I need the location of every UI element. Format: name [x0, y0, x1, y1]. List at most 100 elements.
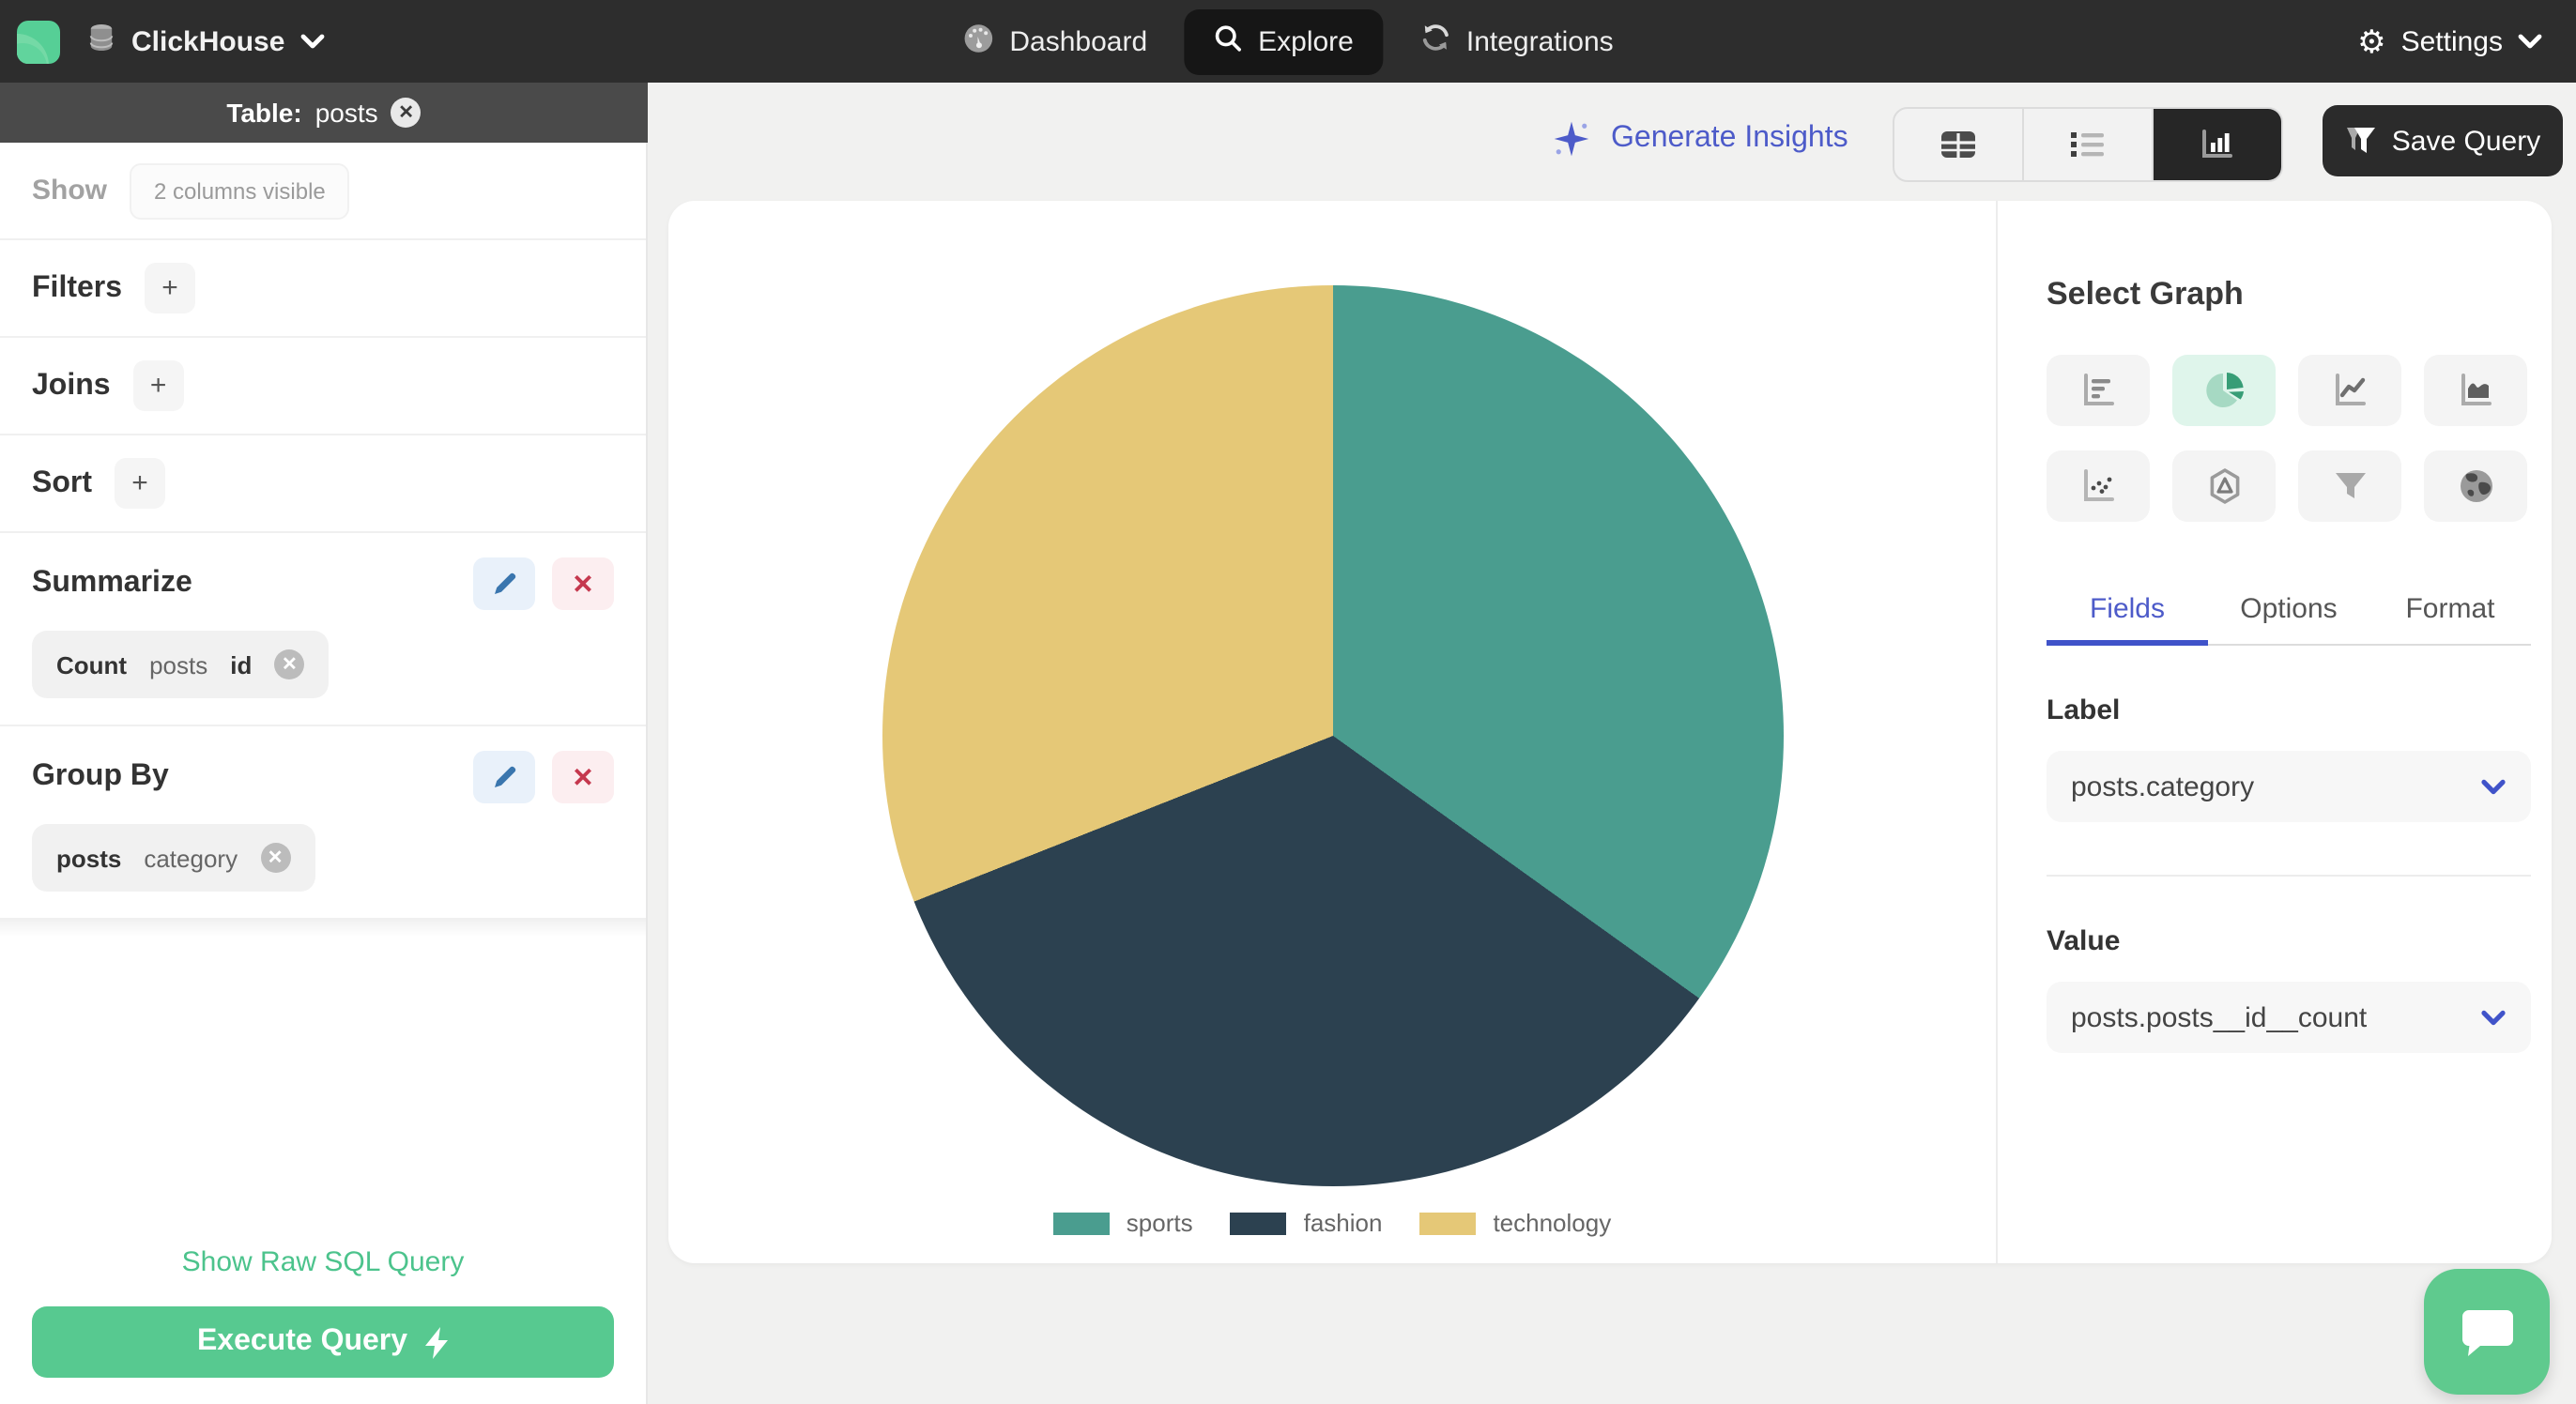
- execute-query-label: Execute Query: [196, 1325, 408, 1357]
- graph-type-grid: [2047, 355, 2529, 522]
- select-graph-title: Select Graph: [2047, 276, 2244, 312]
- gear-icon: ⚙: [2357, 23, 2386, 59]
- bar-chart-icon: [2202, 130, 2232, 158]
- nav-item-explore[interactable]: Explore: [1185, 8, 1384, 74]
- pencil-icon: [494, 766, 515, 787]
- nav-item-integrations[interactable]: Integrations: [1403, 9, 1633, 73]
- nav-label: Explore: [1258, 25, 1354, 57]
- top-nav: ClickHouse Dashboard Explore Integration…: [0, 0, 2576, 83]
- lightning-icon: [425, 1326, 449, 1358]
- database-selector[interactable]: ClickHouse: [86, 23, 324, 60]
- list-icon: [2071, 132, 2104, 157]
- table-bar-prefix: Table:: [226, 98, 302, 128]
- legend-item[interactable]: sports: [1052, 1209, 1193, 1237]
- nav-item-dashboard[interactable]: Dashboard: [943, 8, 1166, 74]
- label-field-select[interactable]: posts.category: [2047, 751, 2531, 822]
- delete-summarize-button[interactable]: ✕: [552, 557, 614, 610]
- legend-swatch: [1419, 1212, 1477, 1234]
- graph-type-map-chart[interactable]: [2424, 450, 2527, 522]
- group-by-chip[interactable]: posts category ✕: [32, 824, 315, 892]
- graph-type-funnel-chart[interactable]: [2298, 450, 2401, 522]
- panel-tabs: Fields Options Format: [2047, 578, 2531, 646]
- legend-label: fashion: [1303, 1209, 1383, 1237]
- value-field-select[interactable]: posts.posts__id__count: [2047, 982, 2531, 1053]
- graph-type-bar-chart[interactable]: [2047, 355, 2150, 426]
- save-query-button[interactable]: Save Query: [2323, 105, 2563, 176]
- table-view-button[interactable]: [1894, 109, 2024, 180]
- results-card: sports fashion technology Select Graph F…: [668, 201, 2552, 1263]
- group-by-label: Group By: [32, 760, 169, 792]
- chart-legend: sports fashion technology: [668, 1209, 1996, 1237]
- globe-icon: [2460, 470, 2492, 502]
- app-logo[interactable]: [17, 20, 60, 63]
- joins-section: Joins +: [0, 338, 646, 435]
- app-viewport: ClickHouse Dashboard Explore Integration…: [0, 0, 2576, 1404]
- table-icon: [1941, 131, 1975, 158]
- filters-label: Filters: [32, 271, 123, 303]
- sort-section: Sort +: [0, 435, 646, 533]
- tab-fields[interactable]: Fields: [2047, 578, 2208, 646]
- search-icon: [1215, 23, 1243, 59]
- tab-options[interactable]: Options: [2208, 578, 2369, 644]
- query-builder-sidebar: Show 2 columns visible Filters + Joins +…: [0, 143, 648, 1404]
- execute-query-button[interactable]: Execute Query: [32, 1306, 614, 1378]
- remove-group-by-chip-button[interactable]: ✕: [260, 843, 291, 873]
- graph-type-pie-chart[interactable]: [2172, 355, 2276, 426]
- add-filter-button[interactable]: +: [145, 263, 196, 313]
- legend-swatch: [1230, 1212, 1287, 1234]
- sync-icon: [1421, 23, 1451, 60]
- tab-format[interactable]: Format: [2369, 578, 2531, 644]
- graph-type-radar-chart[interactable]: [2172, 450, 2276, 522]
- edit-group-by-button[interactable]: [473, 751, 535, 803]
- remove-summarize-chip-button[interactable]: ✕: [274, 649, 305, 679]
- legend-label: sports: [1126, 1209, 1193, 1237]
- add-sort-button[interactable]: +: [115, 458, 165, 509]
- section-divider: [0, 918, 646, 937]
- chip-table: posts: [149, 650, 208, 679]
- save-query-label: Save Query: [2391, 125, 2541, 157]
- legend-label: technology: [1493, 1209, 1612, 1237]
- sort-label: Sort: [32, 466, 92, 498]
- edit-summarize-button[interactable]: [473, 557, 535, 610]
- bar-chart-icon: [2083, 374, 2113, 405]
- generate-insights-label: Generate Insights: [1611, 122, 1848, 154]
- chip-field: id: [230, 650, 253, 679]
- pie-chart[interactable]: [882, 285, 1784, 1186]
- graph-type-line-chart[interactable]: [2298, 355, 2401, 426]
- summarize-chip[interactable]: Count posts id ✕: [32, 631, 330, 698]
- nav-label: Dashboard: [1009, 25, 1148, 57]
- settings-label: Settings: [2400, 25, 2503, 57]
- settings-menu[interactable]: ⚙ Settings: [2357, 0, 2542, 83]
- table-bar: Table: posts ✕: [0, 83, 648, 143]
- show-raw-sql-link[interactable]: Show Raw SQL Query: [0, 1246, 646, 1278]
- add-join-button[interactable]: +: [132, 360, 184, 411]
- label-section-title: Label: [2047, 694, 2121, 726]
- chevron-down-icon: [2518, 25, 2542, 57]
- remove-table-button[interactable]: ✕: [391, 98, 422, 128]
- show-section: Show 2 columns visible: [0, 143, 646, 240]
- line-chart-icon: [2335, 374, 2365, 405]
- graph-type-scatter-plot[interactable]: [2047, 450, 2150, 522]
- generate-insights-button[interactable]: Generate Insights: [1551, 118, 1848, 160]
- joins-label: Joins: [32, 369, 111, 401]
- radar-chart-icon: [2209, 468, 2239, 504]
- list-view-button[interactable]: [2024, 109, 2154, 180]
- database-name: ClickHouse: [131, 25, 285, 57]
- summarize-section: Summarize ✕ Count posts id ✕: [0, 533, 646, 726]
- dashboard-gauge-icon: [962, 22, 994, 61]
- graph-type-area-chart[interactable]: [2424, 355, 2527, 426]
- delete-group-by-button[interactable]: ✕: [552, 751, 614, 803]
- value-section-title: Value: [2047, 925, 2121, 957]
- columns-visible-badge[interactable]: 2 columns visible: [130, 162, 350, 219]
- legend-item[interactable]: fashion: [1230, 1209, 1383, 1237]
- table-name: posts: [314, 98, 378, 128]
- chat-widget-button[interactable]: [2424, 1269, 2550, 1395]
- chip-table: posts: [56, 844, 122, 872]
- pencil-icon: [494, 572, 515, 594]
- legend-item[interactable]: technology: [1419, 1209, 1611, 1237]
- area-chart-icon: [2461, 374, 2491, 405]
- chevron-down-icon: [299, 25, 324, 57]
- filters-section: Filters +: [0, 240, 646, 338]
- chart-view-button[interactable]: [2154, 109, 2281, 180]
- pie-chart-icon: [2205, 373, 2243, 407]
